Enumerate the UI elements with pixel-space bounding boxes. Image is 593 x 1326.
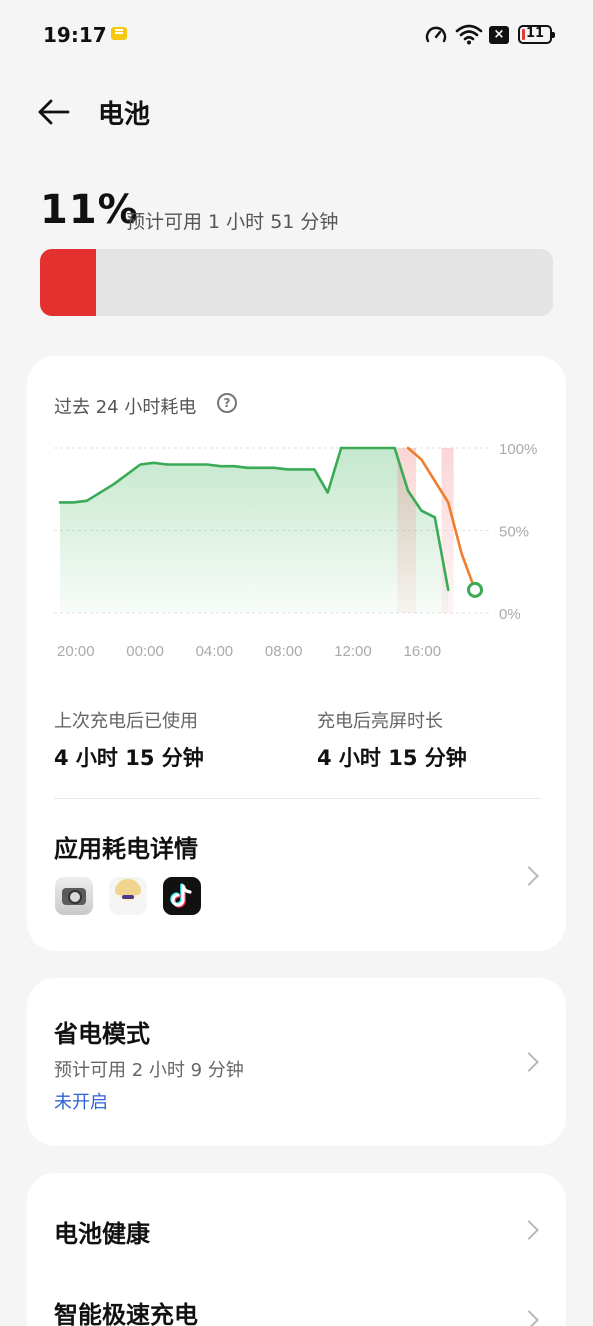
back-arrow-icon[interactable] <box>36 96 72 128</box>
battery-icon: 11 <box>518 25 555 44</box>
battery-settings-page: 19:17 × 11 电池 11% 预计可用 1 小时 51 分钟 过去 24 … <box>0 0 593 1326</box>
chart-x-tick-label: 20:00 <box>57 643 95 660</box>
chart-x-tick-label: 12:00 <box>334 643 372 660</box>
chevron-right-icon <box>519 866 539 886</box>
tiktok-logo-icon <box>170 883 192 908</box>
usage-card: 过去 24 小时耗电 ? 100% 50% 0% 20:00 00:00 04:00 08:… <box>27 356 566 951</box>
chevron-right-icon <box>519 1310 539 1326</box>
power-saver-status: 未开启 <box>54 1092 108 1113</box>
stat-label-used-since-charge: 上次充电后已使用 <box>54 711 198 732</box>
wifi-icon <box>455 24 483 45</box>
power-saver-estimate: 预计可用 2 小时 9 分钟 <box>54 1060 244 1081</box>
app-usage-detail-row[interactable]: 应用耗电详情 <box>27 799 566 951</box>
battery-level-fill <box>40 249 97 316</box>
chart-y-tick-label: 100% <box>499 441 537 458</box>
chevron-right-icon <box>519 1220 539 1240</box>
chart-x-tick-label: 08:00 <box>265 643 303 660</box>
app-usage-detail-title: 应用耗电详情 <box>54 835 198 863</box>
chart-area <box>60 448 449 613</box>
battery-indicator-nub <box>552 32 555 38</box>
power-saver-card[interactable]: 省电模式 预计可用 2 小时 9 分钟 未开启 <box>27 978 566 1146</box>
battery-level-bar <box>40 249 553 316</box>
chart-discharge-band <box>397 448 417 613</box>
help-icon[interactable]: ? <box>217 393 237 413</box>
battery-estimate: 预计可用 1 小时 51 分钟 <box>126 211 339 233</box>
chart-x-tick-label: 04:00 <box>196 643 234 660</box>
tiktok-app-icon <box>163 877 201 915</box>
status-bar: 19:17 × 11 <box>0 0 593 70</box>
stat-value-used-since-charge: 4 小时 15 分钟 <box>54 746 204 770</box>
stat-value-screen-on-time: 4 小时 15 分钟 <box>317 746 467 770</box>
chart-x-tick-label: 16:00 <box>404 643 442 660</box>
battery-health-row[interactable]: 电池健康 <box>27 1173 566 1283</box>
chart-current-point <box>467 581 483 598</box>
status-time: 19:17 <box>43 23 107 47</box>
chevron-right-icon <box>519 1052 539 1072</box>
battery-more-card: 电池健康 智能极速充电 <box>27 1173 566 1326</box>
chart-y-tick-label: 0% <box>499 606 521 623</box>
smart-charging-title: 智能极速充电 <box>54 1301 198 1326</box>
power-saver-title: 省电模式 <box>54 1020 150 1048</box>
camera-app-icon <box>55 877 93 915</box>
stat-label-screen-on-time: 充电后亮屏时长 <box>317 711 443 732</box>
game-app-icon <box>109 877 147 915</box>
chart-y-tick-label: 50% <box>499 524 529 541</box>
battery-percent: 11% <box>40 187 139 233</box>
speedometer-icon <box>425 26 447 43</box>
smart-charging-row[interactable]: 智能极速充电 <box>27 1283 566 1326</box>
battery-indicator-fill <box>522 29 525 40</box>
close-badge-icon: × <box>489 26 509 44</box>
usage-title: 过去 24 小时耗电 <box>54 397 197 418</box>
page-title: 电池 <box>98 100 151 130</box>
usage-chart: 100% 50% 0% 20:00 00:00 04:00 08:00 12:00 16:00 <box>54 441 537 660</box>
battery-health-title: 电池健康 <box>54 1220 150 1248</box>
notification-icon <box>111 27 127 40</box>
chart-x-tick-label: 00:00 <box>126 643 164 660</box>
battery-indicator-level: 11 <box>526 26 545 41</box>
